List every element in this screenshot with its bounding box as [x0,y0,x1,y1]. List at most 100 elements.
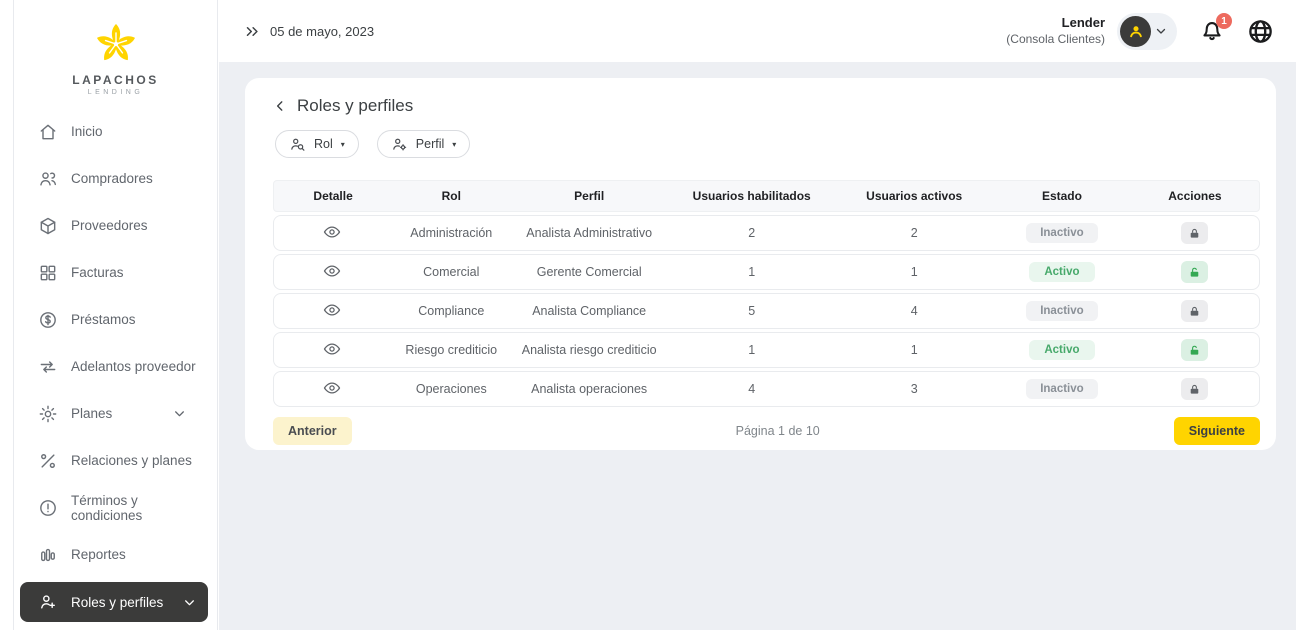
status-badge: Inactivo [1026,223,1097,243]
roles-icon [38,592,58,612]
user-subtitle: (Consola Clientes) [1006,32,1105,47]
estado-cell: Activo [993,262,1131,282]
status-badge: Inactivo [1026,379,1097,399]
sidebar-item-reportes[interactable]: Reportes [20,531,208,578]
logo-subtitle: LENDING [88,89,144,96]
table-row: OperacionesAnalista operaciones43Inactiv… [273,371,1260,407]
table-body: AdministraciónAnalista Administrativo22I… [273,215,1260,407]
lock-icon[interactable] [1181,222,1208,244]
estado-cell: Inactivo [993,301,1131,321]
lock-icon[interactable] [1181,378,1208,400]
user-menu-button[interactable] [1117,13,1177,50]
perfil-filter-icon [391,136,408,153]
column-header-acciones: Acciones [1131,189,1259,203]
sidebar-item-label: Proveedores [71,218,148,233]
view-detail-button[interactable] [323,262,343,282]
app: LAPACHOS LENDING Inicio Compradores Provee… [0,0,1296,630]
unlock-icon[interactable] [1181,339,1208,361]
filters: Rol▾ Perfil▾ [275,130,1260,158]
view-detail-button[interactable] [323,340,343,360]
collapse-sidebar-icon[interactable] [245,24,260,39]
usuarios-habilitados-cell: 1 [668,265,835,279]
topbar-left: 05 de mayo, 2023 [245,24,374,39]
unlock-icon[interactable] [1181,261,1208,283]
table-header: DetalleRolPerfilUsuarios habilitadosUsua… [273,180,1260,212]
rol-cell: Administración [392,226,510,240]
reports-icon [38,545,58,565]
package-icon [38,216,58,236]
filter-perfil-button[interactable]: Perfil▾ [377,130,471,158]
page-title: Roles y perfiles [297,96,413,116]
sidebar-item-label: Términos y condiciones [71,493,208,523]
sidebar-item-label: Roles y perfiles [71,595,163,610]
sidebar-item-proveedores[interactable]: Proveedores [20,202,208,249]
sidebar-item-inicio[interactable]: Inicio [20,108,208,155]
column-header-usuarios-habilitados: Usuarios habilitados [668,189,835,203]
table-row: ComplianceAnalista Compliance54Inactivo [273,293,1260,329]
filter-label: Rol [314,137,333,151]
avatar-icon [1120,16,1151,47]
sidebar-item-label: Relaciones y planes [71,453,192,468]
status-badge: Activo [1029,340,1095,360]
usuarios-habilitados-cell: 2 [668,226,835,240]
rol-filter-icon [289,136,306,153]
acciones-cell [1131,222,1259,244]
rol-cell: Operaciones [392,382,510,396]
lock-icon[interactable] [1181,300,1208,322]
sidebar-item-prestamos[interactable]: Préstamos [20,296,208,343]
detalle-cell [274,262,392,283]
sidebar-nav: Inicio Compradores Proveedores Facturas Prés… [14,108,217,622]
detalle-cell [274,379,392,400]
rol-cell: Compliance [392,304,510,318]
status-badge: Activo [1029,262,1095,282]
sidebar-item-planes[interactable]: Planes [20,390,208,437]
main: 05 de mayo, 2023 Lender (Consola Cliente… [219,0,1296,630]
acciones-cell [1131,339,1259,361]
previous-page-button[interactable]: Anterior [273,417,352,445]
topbar-right: Lender (Consola Clientes) 1 [1006,13,1274,50]
logo: LAPACHOS LENDING [14,0,217,96]
estado-cell: Inactivo [993,223,1131,243]
title-row: Roles y perfiles [273,96,1260,116]
next-page-button[interactable]: Siguiente [1174,417,1260,445]
notifications-button[interactable]: 1 [1199,17,1225,45]
chevron-down-icon [173,407,186,420]
perfil-cell: Analista riesgo crediticio [510,343,668,357]
table-row: AdministraciónAnalista Administrativo22I… [273,215,1260,251]
plans-icon [38,404,58,424]
sidebar-item-label: Facturas [71,265,124,280]
usuarios-activos-cell: 1 [835,343,993,357]
detalle-cell [274,301,392,322]
acciones-cell [1131,378,1259,400]
loans-icon [38,310,58,330]
sidebar-item-terminos-y-condiciones[interactable]: Términos y condiciones [20,484,208,531]
column-header-detalle: Detalle [274,189,392,203]
sidebar-item-label: Compradores [71,171,153,186]
view-detail-button[interactable] [323,223,343,243]
usuarios-activos-cell: 2 [835,226,993,240]
sidebar-item-roles-y-perfiles[interactable]: Roles y perfiles [20,582,208,622]
language-globe-button[interactable] [1247,18,1274,45]
back-button[interactable] [273,99,287,113]
usuarios-activos-cell: 4 [835,304,993,318]
sidebar-item-facturas[interactable]: Facturas [20,249,208,296]
rol-cell: Riesgo crediticio [392,343,510,357]
sidebar-item-compradores[interactable]: Compradores [20,155,208,202]
percent-icon [38,451,58,471]
advances-icon [38,357,58,377]
column-header-rol: Rol [392,189,510,203]
sidebar-item-label: Planes [71,406,112,421]
perfil-cell: Analista Compliance [510,304,668,318]
view-detail-button[interactable] [323,301,343,321]
filter-rol-button[interactable]: Rol▾ [275,130,359,158]
roles-table: DetalleRolPerfilUsuarios habilitadosUsua… [273,180,1260,407]
content-area: Roles y perfiles Rol▾ Perfil▾ DetalleRolP… [219,62,1296,630]
topbar: 05 de mayo, 2023 Lender (Consola Cliente… [219,0,1296,62]
sidebar-item-relaciones-y-planes[interactable]: Relaciones y planes [20,437,208,484]
sidebar-item-adelantos-proveedor[interactable]: Adelantos proveedor [20,343,208,390]
sidebar-item-label: Adelantos proveedor [71,359,196,374]
perfil-cell: Analista operaciones [510,382,668,396]
buyers-icon [38,169,58,189]
view-detail-button[interactable] [323,379,343,399]
table-row: ComercialGerente Comercial11Activo [273,254,1260,290]
